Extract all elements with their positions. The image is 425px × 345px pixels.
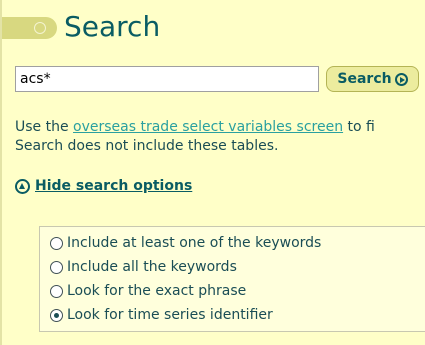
search-button-label: Search [337, 71, 392, 87]
option-label: Look for the exact phrase [67, 283, 247, 299]
radio-button-selected[interactable] [50, 308, 63, 322]
info-suffix: to fi [343, 119, 375, 135]
info-line-1: Use the overseas trade select variables … [15, 118, 425, 137]
header-circle-icon [29, 17, 51, 39]
option-all-keywords[interactable]: Include all the keywords [50, 259, 237, 275]
option-label: Look for time series identifier [67, 307, 273, 323]
info-prefix: Use the [15, 119, 74, 135]
option-exact-phrase[interactable]: Look for the exact phrase [50, 283, 246, 299]
search-input[interactable] [15, 66, 319, 92]
chevron-up-circle-icon [15, 178, 30, 194]
search-options-box: Include at least one of the keywords Inc… [39, 226, 425, 332]
search-panel: Search Search Use the overseas trade sel… [0, 0, 425, 345]
option-label: Include at least one of the keywords [67, 235, 322, 251]
hide-search-options-link[interactable]: Hide search options [35, 178, 192, 194]
info-text: Use the overseas trade select variables … [15, 118, 425, 156]
search-options-toggle[interactable]: Hide search options [15, 178, 192, 194]
radio-button[interactable] [50, 260, 63, 274]
info-line-2: Search does not include these tables. [15, 138, 279, 154]
option-time-series-identifier[interactable]: Look for time series identifier [50, 307, 273, 323]
option-at-least-one[interactable]: Include at least one of the keywords [50, 235, 321, 251]
overseas-trade-link[interactable]: overseas trade select variables screen [73, 119, 343, 135]
arrow-right-circle-icon [394, 72, 408, 86]
option-label: Include all the keywords [67, 259, 237, 275]
search-button[interactable]: Search [326, 66, 419, 92]
radio-button[interactable] [50, 236, 63, 250]
page-title: Search [64, 10, 161, 43]
radio-button[interactable] [50, 284, 63, 298]
